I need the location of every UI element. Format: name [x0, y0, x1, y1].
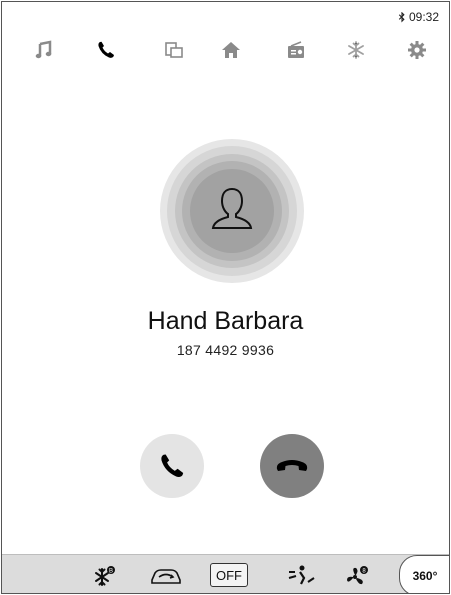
- radio-icon: [288, 41, 304, 58]
- caller-number: 187 4492 9936: [176, 342, 275, 358]
- clock: 09:32: [408, 10, 439, 24]
- music-note-icon: [35, 40, 52, 59]
- recirculation-icon: [151, 569, 181, 584]
- home-icon: [222, 42, 240, 58]
- nav-radio[interactable]: [283, 38, 309, 62]
- screen-mirror-icon: [165, 42, 183, 58]
- svg-text:B: B: [109, 569, 113, 575]
- 360-camera-label: 360°: [412, 568, 438, 583]
- airflow-button[interactable]: [284, 563, 318, 589]
- airflow-icon: [288, 565, 315, 585]
- 360-camera-button[interactable]: 360°: [399, 555, 449, 593]
- nav-home[interactable]: [218, 38, 244, 62]
- climate-off-button[interactable]: OFF: [210, 563, 248, 587]
- answer-call-button[interactable]: [140, 434, 204, 498]
- caller-avatar: [160, 139, 304, 283]
- call-screen: 09:32 Hand Barbara 187 4492 9936 B OFF 8…: [1, 1, 450, 594]
- phone-icon: [98, 41, 114, 58]
- hang-up-icon: [276, 460, 308, 471]
- defrost-button[interactable]: B: [90, 563, 120, 589]
- nav-screen-mirror[interactable]: [161, 38, 187, 62]
- fan-icon: 8: [347, 566, 368, 585]
- bluetooth-icon: [398, 11, 405, 22]
- fan-speed-button[interactable]: 8: [342, 563, 372, 589]
- phone-icon: [161, 454, 184, 477]
- status-bar: 09:32: [398, 10, 439, 24]
- gear-icon: [408, 41, 426, 59]
- nav-climate[interactable]: [343, 38, 369, 62]
- person-icon: [211, 187, 253, 229]
- recirculation-button[interactable]: [148, 563, 184, 589]
- nav-phone[interactable]: [93, 38, 119, 62]
- snowflake-icon: [348, 41, 364, 59]
- hang-up-button[interactable]: [260, 434, 324, 498]
- nav-music[interactable]: [31, 38, 57, 62]
- climate-bar: B OFF 8 360°: [2, 554, 449, 593]
- defrost-icon: B: [95, 566, 115, 586]
- caller-name: Hand Barbara: [147, 307, 304, 335]
- nav-settings[interactable]: [404, 38, 430, 62]
- top-nav: [2, 38, 449, 62]
